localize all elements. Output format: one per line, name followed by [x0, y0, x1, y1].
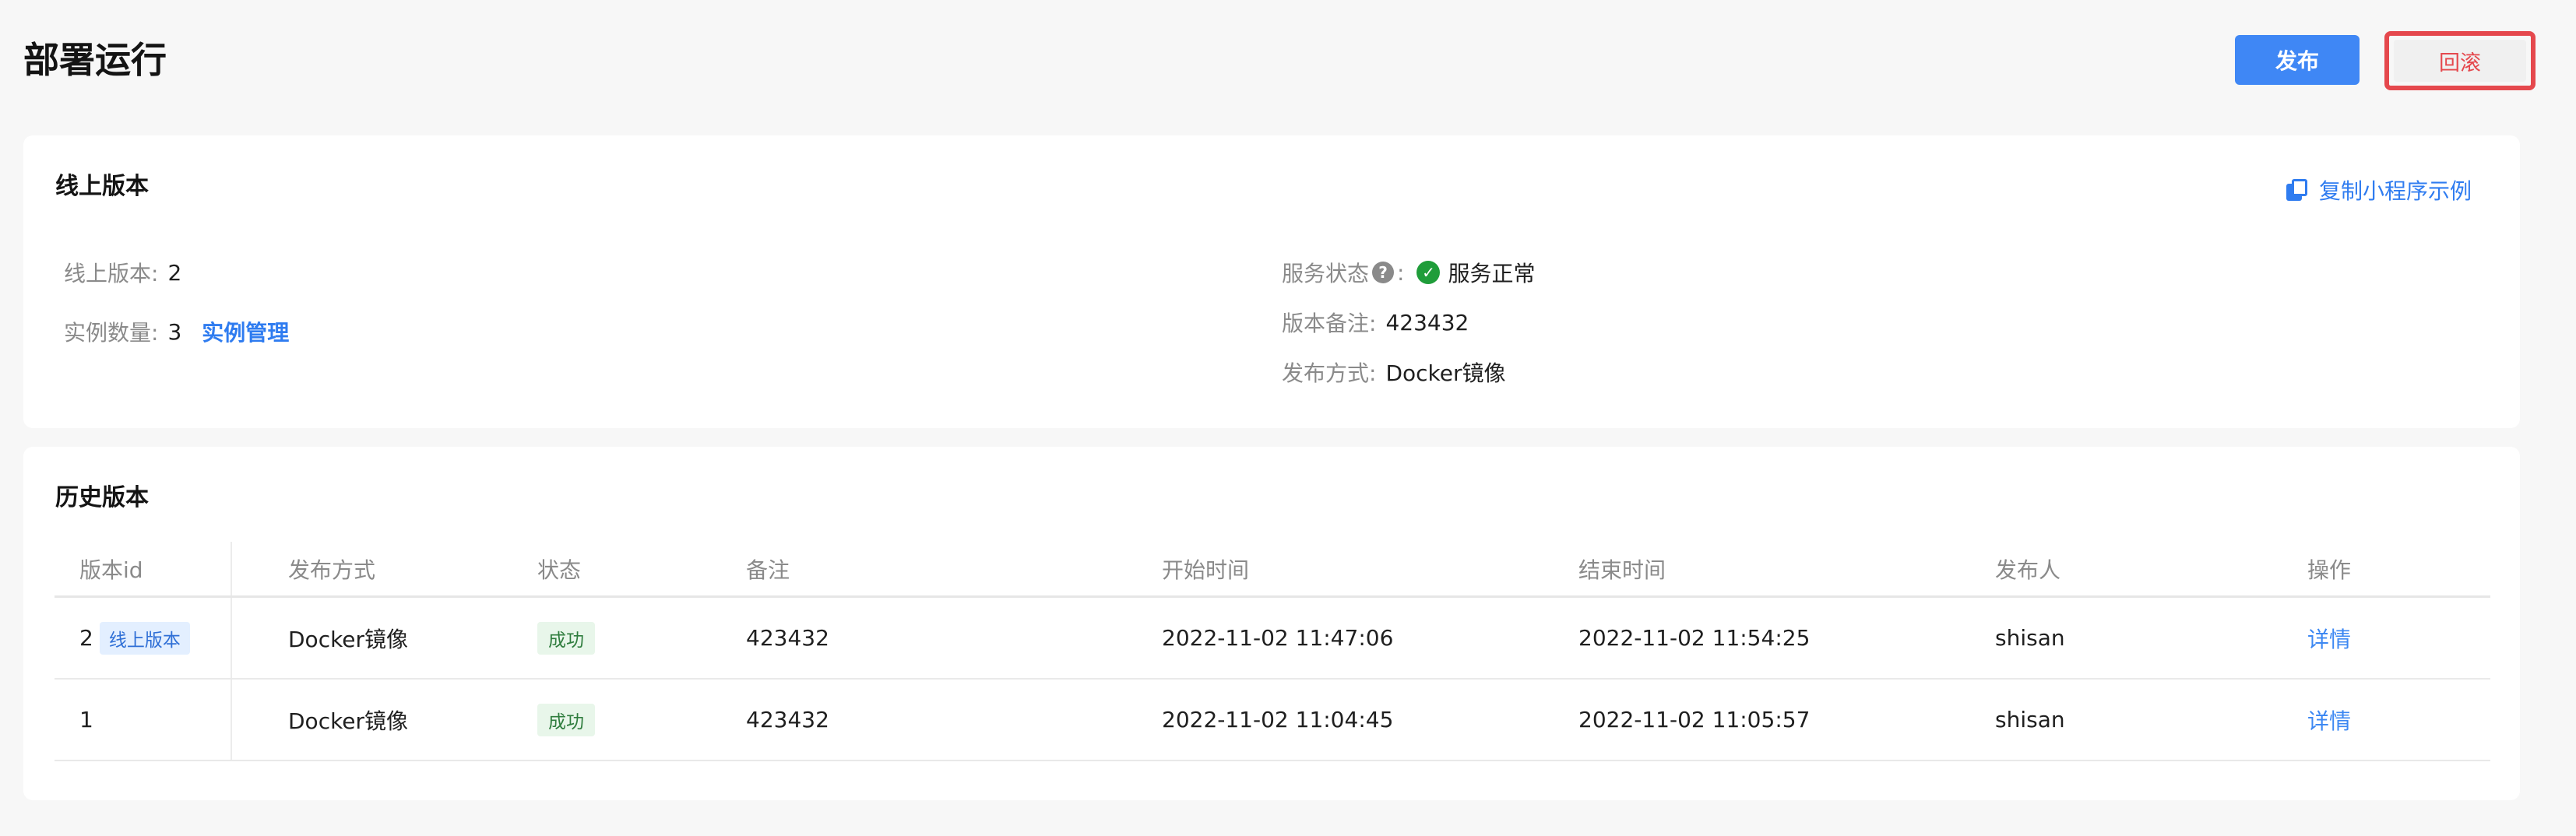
remark-cell: 423432 [746, 707, 829, 732]
column-header-version-id: 版本id [79, 557, 143, 583]
end-time-cell: 2022-11-02 11:05:57 [1578, 707, 1811, 732]
column-header-actions: 操作 [2307, 557, 2352, 583]
column-header-publish-method: 发布方式 [288, 557, 376, 583]
version-id: 2 [79, 625, 93, 651]
version-id-cell: 2 线上版本 [79, 598, 190, 678]
column-header-remark: 备注 [746, 557, 790, 583]
version-remark-label: 版本备注: [1282, 311, 1377, 336]
publish-method-cell: Docker镜像 [288, 626, 409, 652]
instance-count-row: 实例数量: 3 实例管理 [64, 316, 289, 347]
online-version-row: 线上版本: 2 [64, 257, 181, 288]
table-row: 2 线上版本 Docker镜像 成功 423432 2022-11-02 11:… [55, 598, 2490, 680]
publish-method-value: Docker镜像 [1385, 360, 1506, 386]
publisher-cell: shisan [1995, 625, 2065, 651]
check-circle-icon: ✓ [1416, 261, 1441, 284]
instance-count-value: 3 [167, 318, 182, 345]
page-title: 部署运行 [23, 39, 167, 81]
end-time-cell: 2022-11-02 11:54:25 [1578, 625, 1811, 651]
rollback-button[interactable]: 回滚 [2394, 40, 2526, 82]
version-remark-value: 423432 [1385, 309, 1469, 335]
online-version-title: 线上版本 [55, 173, 149, 200]
version-id: 1 [79, 707, 93, 732]
online-version-value: 2 [167, 259, 182, 286]
online-version-label: 线上版本: [64, 261, 159, 286]
service-status-row: 服务状态 ? : ✓ 服务正常 [1282, 257, 1535, 288]
online-version-tag: 线上版本 [99, 621, 190, 655]
copy-miniprogram-example-link[interactable]: 复制小程序示例 [2286, 174, 2472, 205]
start-time-cell: 2022-11-02 11:04:45 [1162, 707, 1394, 732]
column-header-status: 状态 [537, 557, 582, 583]
column-header-publisher: 发布人 [1995, 557, 2061, 583]
table-row: 1 Docker镜像 成功 423432 2022-11-02 11:04:45… [55, 680, 2490, 761]
column-header-end-time: 结束时间 [1578, 557, 1666, 583]
status-badge: 成功 [537, 703, 595, 736]
status-cell: 成功 [537, 680, 595, 760]
version-id-cell: 1 [79, 680, 93, 760]
history-table: 版本id 发布方式 状态 备注 开始时间 结束时间 发布人 操作 2 线上版本 … [55, 542, 2490, 761]
publish-method-label: 发布方式: [1282, 360, 1377, 386]
service-status-label: 服务状态 [1282, 261, 1370, 286]
service-status-value: 服务正常 [1448, 261, 1536, 286]
version-remark-row: 版本备注: 423432 [1282, 307, 1469, 338]
publish-button[interactable]: 发布 [2235, 35, 2360, 85]
deploy-page: 部署运行 发布 回滚 线上版本 复制小程序示例 线上版本: 2 实例数量: 3 … [0, 0, 2576, 836]
question-circle-icon[interactable]: ? [1372, 262, 1395, 283]
copy-link-label: 复制小程序示例 [2318, 178, 2472, 204]
details-link[interactable]: 详情 [2307, 680, 2351, 760]
instance-manage-link[interactable]: 实例管理 [202, 316, 289, 347]
remark-cell: 423432 [746, 625, 829, 651]
publish-method-cell: Docker镜像 [288, 708, 409, 734]
online-version-card: 线上版本 复制小程序示例 线上版本: 2 实例数量: 3 实例管理 服务状态 ?… [23, 135, 2520, 428]
page-header: 部署运行 发布 回滚 [0, 0, 2576, 125]
history-version-title: 历史版本 [55, 484, 149, 511]
publish-method-row: 发布方式: Docker镜像 [1282, 357, 1505, 388]
history-version-card: 历史版本 版本id 发布方式 状态 备注 开始时间 结束时间 发布人 操作 2 … [23, 447, 2520, 800]
status-cell: 成功 [537, 598, 595, 678]
table-header-row: 版本id 发布方式 状态 备注 开始时间 结束时间 发布人 操作 [55, 542, 2490, 598]
status-badge: 成功 [537, 621, 595, 655]
instance-count-label: 实例数量: [64, 320, 159, 346]
copy-icon [2286, 179, 2308, 201]
column-header-start-time: 开始时间 [1162, 557, 1250, 583]
details-link[interactable]: 详情 [2307, 598, 2351, 678]
start-time-cell: 2022-11-02 11:47:06 [1162, 625, 1394, 651]
publisher-cell: shisan [1995, 707, 2065, 732]
